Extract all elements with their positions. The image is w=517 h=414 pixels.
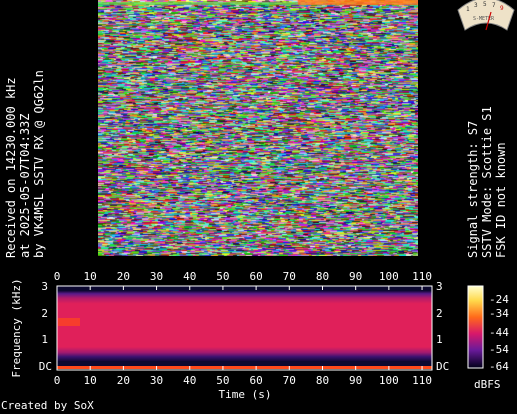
time-tick-bottom-0: 0	[54, 374, 61, 387]
freq-tick-left-2: 2	[41, 307, 48, 320]
reception-frequency: Received on 14230.000 kHz	[4, 77, 18, 258]
time-tick-top-10: 10	[84, 270, 97, 283]
s-meter-scale-5: 5	[483, 1, 487, 8]
colorbar-tick-54: -54	[489, 343, 509, 356]
s-meter-label: S-METER	[473, 16, 495, 22]
time-tick-bottom-100: 100	[379, 374, 399, 387]
time-tick-bottom-30: 30	[150, 374, 163, 387]
time-tick-bottom-60: 60	[249, 374, 262, 387]
spectrogram-dc-line	[57, 366, 432, 369]
s-meter-scale-9: 9	[500, 5, 504, 12]
frequency-axis-label: Frequency (kHz)	[10, 278, 23, 377]
time-tick-top-50: 50	[216, 270, 229, 283]
freq-tick-right-3: 3	[436, 280, 443, 293]
time-tick-bottom-10: 10	[84, 374, 97, 387]
time-tick-top-100: 100	[379, 270, 399, 283]
time-tick-bottom-80: 80	[316, 374, 329, 387]
footer-credit: Created by SoX	[1, 399, 94, 412]
time-tick-top-0: 0	[54, 270, 61, 283]
reception-station: by VK4MSL SSTV RX @ QG62ln	[32, 70, 46, 258]
spectrogram-signal-band	[57, 291, 432, 361]
time-tick-bottom-110: 110	[412, 374, 432, 387]
fsk-id: FSK ID not known	[494, 142, 508, 258]
time-tick-top-20: 20	[117, 270, 130, 283]
sstv-mode: SSTV Mode: Scottie S1	[480, 106, 494, 258]
s-meter-scale-1: 1	[466, 6, 470, 13]
colorbar	[467, 285, 484, 369]
colorbar-tick-44: -44	[489, 326, 509, 339]
colorbar-tick-34: -34	[489, 307, 509, 320]
spectrogram-vis-burst	[58, 318, 80, 326]
reception-timestamp: at 2025-05-07T04:33Z	[18, 113, 32, 259]
time-tick-bottom-70: 70	[283, 374, 296, 387]
freq-tick-right-dc: DC	[436, 360, 449, 373]
spectrogram: 0 0 10 10 20 20 30 30 40 40 50 50 60 60 70 70 80 80 90 90 10…	[10, 270, 509, 401]
time-tick-top-30: 30	[150, 270, 163, 283]
s-meter-scale-7: 7	[492, 2, 496, 9]
freq-tick-right-1: 1	[436, 333, 443, 346]
time-tick-bottom-20: 20	[117, 374, 130, 387]
time-tick-top-90: 90	[349, 270, 362, 283]
time-tick-bottom-40: 40	[183, 374, 196, 387]
time-tick-top-40: 40	[183, 270, 196, 283]
freq-tick-left-1: 1	[41, 333, 48, 346]
freq-tick-left-dc: DC	[39, 360, 52, 373]
signal-strength: Signal strength: S7	[466, 120, 480, 258]
colorbar-tick-24: -24	[489, 293, 509, 306]
time-axis-label: Time (s)	[219, 388, 272, 401]
time-tick-bottom-90: 90	[349, 374, 362, 387]
signal-caption: Signal strength: S7 SSTV Mode: Scottie S…	[466, 106, 508, 258]
time-tick-top-80: 80	[316, 270, 329, 283]
time-tick-top-60: 60	[249, 270, 262, 283]
s-meter-scale-3: 3	[474, 2, 478, 9]
time-tick-top-70: 70	[283, 270, 296, 283]
colorbar-unit-label: dBFS	[474, 378, 501, 391]
colorbar-tick-64: -64	[489, 360, 509, 373]
freq-tick-left-3: 3	[41, 280, 48, 293]
reception-caption: Received on 14230.000 kHz at 2025-05-07T…	[4, 70, 46, 258]
time-tick-top-110: 110	[412, 270, 432, 283]
freq-tick-right-2: 2	[436, 307, 443, 320]
s-meter-icon: 1 3 5 7 9 S-METER	[457, 0, 515, 31]
decoded-sstv-image	[98, 0, 418, 256]
time-tick-bottom-50: 50	[216, 374, 229, 387]
